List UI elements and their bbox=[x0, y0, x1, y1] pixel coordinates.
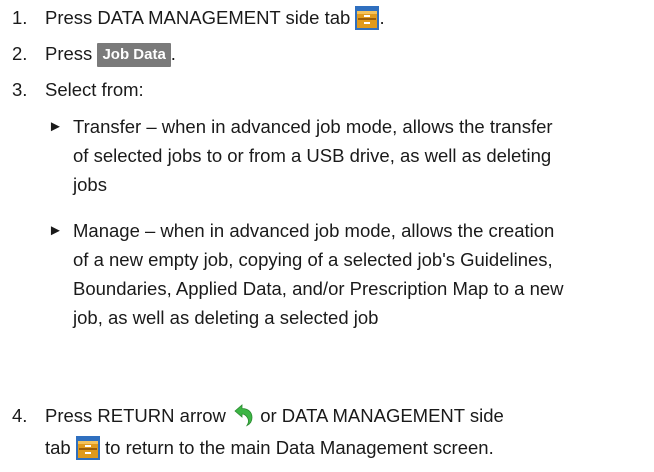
sub-item-line: jobs bbox=[73, 174, 107, 195]
step-text: Press RETURN arrow bbox=[45, 405, 232, 426]
instructions-page: 1. Press DATA MANAGEMENT side tab . 2. P… bbox=[0, 0, 654, 472]
sub-item-line: of a new empty job, copying of a selecte… bbox=[73, 249, 553, 270]
step-text: tab bbox=[45, 437, 76, 458]
step-number: 2. bbox=[12, 43, 28, 64]
step-number: 3. bbox=[12, 79, 28, 100]
sub-item-line: Boundaries, Applied Data, and/or Prescri… bbox=[73, 278, 564, 299]
step-text-cont: or DATA MANAGEMENT side bbox=[255, 405, 504, 426]
sub-item-transfer: ► Transfer – when in advanced job mode, … bbox=[48, 112, 648, 199]
sub-item-line: job, as well as deleting a selected job bbox=[73, 307, 379, 328]
sub-item-line: of selected jobs to or from a USB drive,… bbox=[73, 145, 552, 166]
step-text: Press bbox=[45, 43, 98, 64]
sub-item-line: Transfer – when in advanced job mode, al… bbox=[73, 116, 553, 137]
sub-item-line: Manage – when in advanced job mode, allo… bbox=[73, 220, 555, 241]
data-management-tab-icon bbox=[355, 6, 380, 30]
step-text: Select from: bbox=[45, 79, 144, 100]
bullet-arrow-icon: ► bbox=[48, 118, 63, 135]
return-arrow-icon bbox=[234, 404, 253, 427]
data-management-tab-icon bbox=[75, 436, 100, 460]
step-number: 1. bbox=[12, 7, 28, 28]
step-text: Press DATA MANAGEMENT side tab bbox=[45, 7, 356, 28]
step-text-end: . bbox=[170, 43, 176, 64]
step-number: 4. bbox=[12, 405, 28, 426]
bullet-arrow-icon: ► bbox=[48, 222, 63, 239]
step-text-end: to return to the main Data Management sc… bbox=[99, 437, 494, 458]
step-text-end: . bbox=[379, 7, 385, 28]
sub-item-manage: ► Manage – when in advanced job mode, al… bbox=[48, 216, 648, 332]
job-data-button: Job Data bbox=[97, 43, 171, 67]
